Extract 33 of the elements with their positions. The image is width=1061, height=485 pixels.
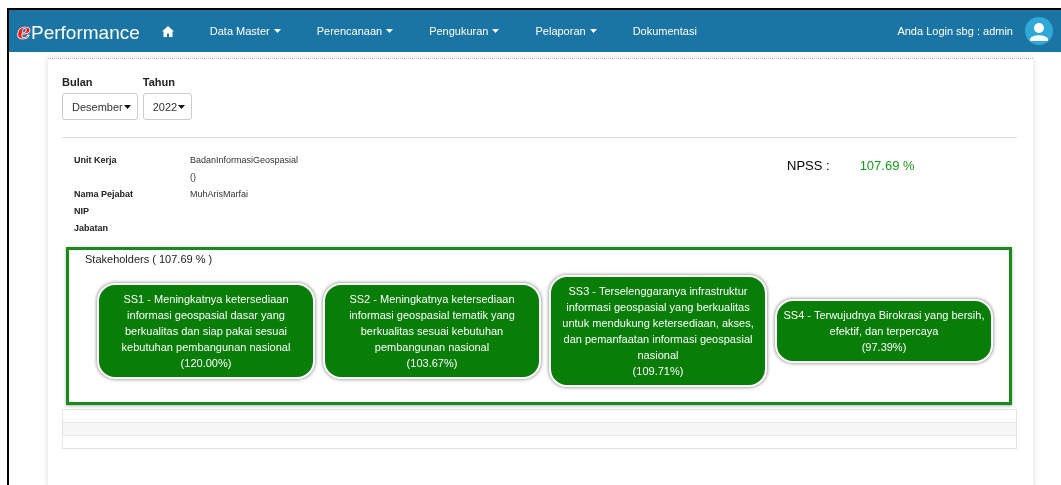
- nav-menu-item[interactable]: Pengukuran: [429, 25, 500, 37]
- info-label: Unit Kerja: [74, 155, 118, 167]
- info-note: (): [190, 172, 197, 182]
- goal-card[interactable]: SS1 - Meningkatnya ketersediaan informasi geospasial dasar yang berkualitas dan siap pakai sesuai kebutuhan pembangunan nasional (120.00%): [97, 282, 315, 379]
- nav-menu-item[interactable]: Data Master: [209, 25, 281, 37]
- info-value: BadanInformasiGeospasial: [190, 155, 300, 165]
- brand-name[interactable]: Performance: [31, 22, 140, 44]
- caret-icon: [273, 29, 281, 33]
- info-label: Jabatan: [74, 223, 109, 233]
- dropdown-select[interactable]: 2022: [142, 93, 193, 120]
- nav-menu-item[interactable]: Perencanaan: [316, 25, 394, 37]
- caret-icon: [492, 29, 500, 33]
- caret-icon: [589, 29, 597, 33]
- info-label: Nama Pejabat: [74, 189, 135, 199]
- nav-menu-item[interactable]: Dokumentasi: [632, 25, 697, 37]
- npss-value: 107.69 %: [859, 158, 915, 175]
- goal-card[interactable]: SS2 - Meningkatnya ketersediaan informasi geospasial tematik yang berkualitas sesuai kebutuhan pembangunan nasional (103.67%): [323, 282, 541, 379]
- stakeholders-title: Stakeholders ( 107.69 % ): [85, 253, 214, 265]
- info-value: MuhArisMarfai: [190, 189, 249, 199]
- home-icon[interactable]: [161, 25, 174, 37]
- user-avatar-icon[interactable]: [1025, 17, 1053, 45]
- filter-label: Tahun: [142, 76, 176, 88]
- caret-icon: [386, 29, 394, 33]
- filter-label: Bulan: [62, 76, 94, 88]
- dropdown-select[interactable]: Desember: [62, 93, 138, 120]
- caret-icon: [178, 104, 186, 109]
- caret-icon: [123, 104, 131, 109]
- goal-card[interactable]: SS4 - Terwujudnya Birokrasi yang bersih, efektif, dan terpercaya (97.39%): [775, 298, 993, 363]
- npss-label: NPSS :: [787, 158, 830, 175]
- info-label: NIP: [74, 206, 90, 216]
- nav-menu-item[interactable]: Pelaporan: [535, 25, 597, 37]
- goal-card[interactable]: SS3 - Terselenggaranya infrastruktur informasi geospasial yang berkualitas untuk mendukung ketersediaan, akses, dan pemanfaatan informasi geospasial nasional (109.71%): [549, 274, 767, 387]
- login-status: Anda Login sbg : admin: [897, 25, 1013, 37]
